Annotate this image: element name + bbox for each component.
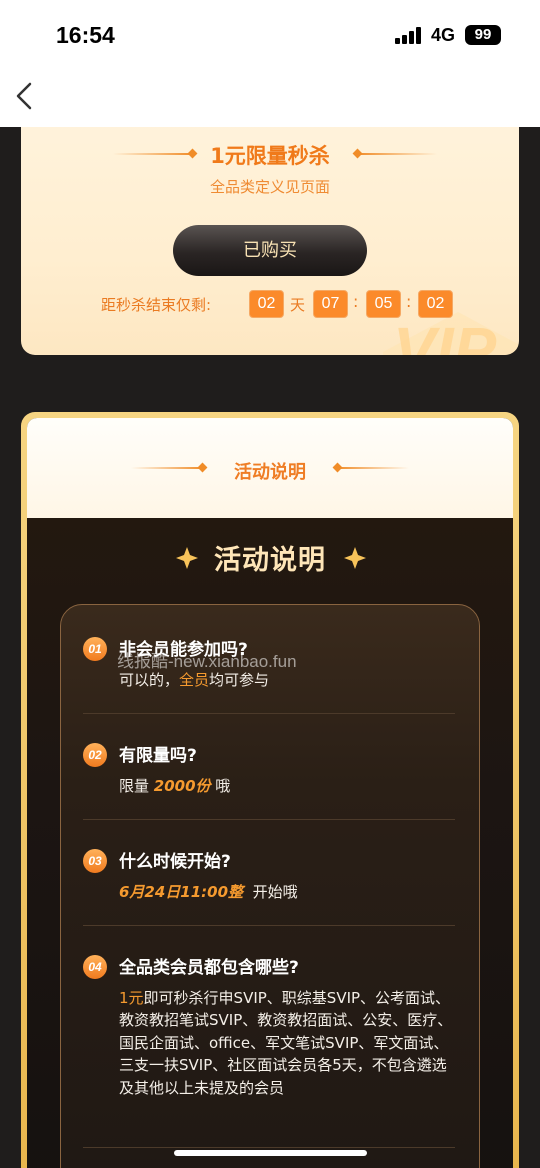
faq-answer: 6月24日11:00整 开始哦 — [119, 881, 298, 902]
activity-card-inner: 活动说明 活动说明 01 非会员能参加吗? 可以的，全员均可参与 02 有限量吗… — [27, 418, 513, 1168]
faq-number-badge: 03 — [83, 849, 107, 873]
battery-icon: 99 — [465, 25, 501, 45]
faq-panel: 01 非会员能参加吗? 可以的，全员均可参与 02 有限量吗? 限量 2000份… — [60, 604, 480, 1168]
status-time: 16:54 — [56, 22, 115, 48]
sale-subtitle[interactable]: 全品类定义见页面 — [21, 176, 519, 197]
home-indicator[interactable] — [174, 1150, 367, 1156]
faq-answer-text: 即可秒杀行申SVIP、职综基SVIP、公考面试、教资教招笔试SVIP、教资教招面… — [119, 989, 453, 1097]
sale-title: 1元限量秒杀 — [210, 144, 330, 168]
faq-answer: 限量 2000份 哦 — [119, 775, 230, 796]
title-decoration-right — [357, 153, 437, 155]
faq-answer-highlight: 6月24日11:00整 — [119, 883, 244, 901]
activity-header: 活动说明 — [27, 418, 513, 518]
faq-answer-text: 均可参与 — [209, 671, 270, 689]
countdown-days: 02 — [249, 290, 284, 318]
site-watermark: 线报酷-new.xianbao.fun — [117, 652, 297, 671]
network-label: 4G — [431, 25, 456, 45]
countdown-days-unit: 天 — [290, 296, 306, 314]
countdown-seconds: 02 — [418, 290, 453, 318]
top-bar: 16:54 4G 99 — [0, 0, 540, 127]
sale-title-row: 1元限量秒杀 — [21, 140, 519, 170]
faq-question: 什么时候开始? — [119, 852, 231, 872]
faq-answer-highlight: 1元 — [119, 989, 144, 1007]
faq-question: 有限量吗? — [119, 746, 197, 766]
purchased-button[interactable]: 已购买 — [173, 225, 367, 276]
faq-answer: 1元即可秒杀行申SVIP、职综基SVIP、公考面试、教资教招笔试SVIP、教资教… — [119, 987, 455, 1099]
signal-icon — [395, 27, 421, 44]
activity-card: 活动说明 活动说明 01 非会员能参加吗? 可以的，全员均可参与 02 有限量吗… — [21, 412, 519, 1168]
faq-divider — [83, 713, 455, 714]
activity-big-title: 活动说明 — [214, 545, 326, 576]
flash-sale-card: VIP 1元限量秒杀 全品类定义见页面 已购买 距秒杀结束仅剩: 02 天 07… — [21, 112, 519, 355]
faq-question: 全品类会员都包含哪些? — [119, 958, 299, 978]
faq-number-badge: 04 — [83, 955, 107, 979]
faq-divider — [83, 925, 455, 926]
faq-divider — [83, 1147, 455, 1148]
faq-answer-highlight: 全员 — [179, 671, 210, 689]
faq-number-badge: 01 — [83, 637, 107, 661]
faq-answer-text: 可以的， — [119, 671, 180, 689]
header-decoration-right — [337, 467, 409, 469]
faq-number-badge: 02 — [83, 743, 107, 767]
faq-answer-text: 哦 — [210, 777, 231, 795]
countdown-minutes: 05 — [366, 290, 401, 318]
countdown-separator: : — [353, 292, 359, 311]
svg-text:VIP: VIP — [393, 314, 496, 355]
faq-answer: 可以的，全员均可参与 — [119, 669, 269, 690]
countdown-hours: 07 — [313, 290, 348, 318]
activity-header-title: 活动说明 — [234, 462, 306, 483]
faq-answer-highlight: 2000份 — [153, 777, 211, 795]
faq-divider — [83, 819, 455, 820]
sparkle-icon — [344, 547, 366, 569]
countdown-label: 距秒杀结束仅剩: — [101, 296, 212, 314]
back-arrow-icon[interactable] — [12, 80, 38, 112]
faq-answer-text: 限量 — [119, 777, 154, 795]
faq-answer-text: 开始哦 — [243, 883, 298, 901]
countdown-separator: : — [406, 292, 412, 311]
